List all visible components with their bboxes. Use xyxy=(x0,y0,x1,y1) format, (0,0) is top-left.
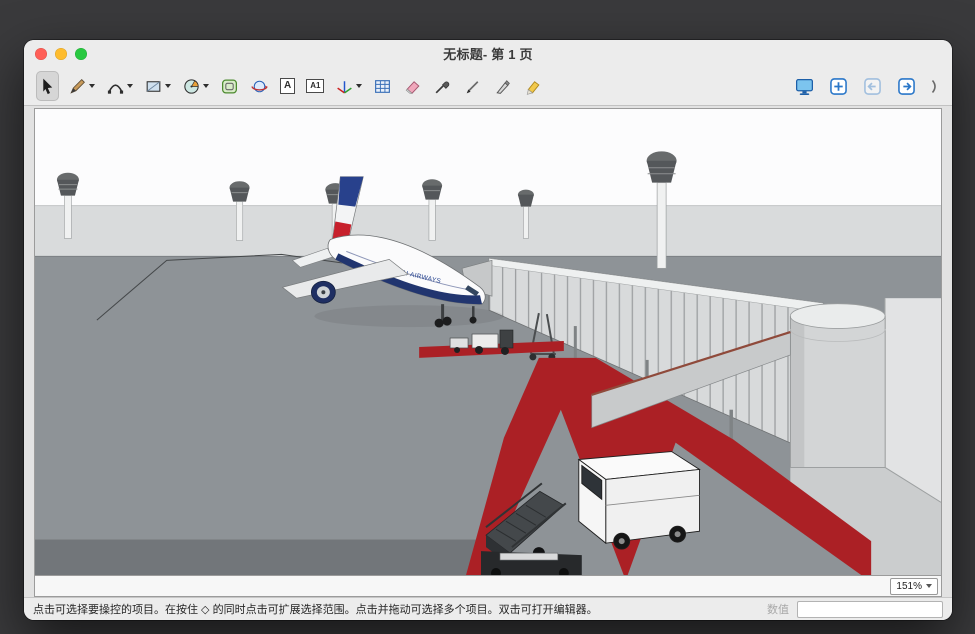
table-tool[interactable] xyxy=(371,71,394,101)
select-tool[interactable] xyxy=(36,71,59,101)
monitor-icon xyxy=(794,76,815,97)
zoom-strip: 151% xyxy=(34,575,942,597)
cursor-arrow-icon xyxy=(38,77,57,96)
add-scene-button[interactable] xyxy=(828,76,849,97)
dropdown-caret xyxy=(89,84,95,88)
textbox-tool-icon: A1 xyxy=(306,79,324,93)
orbit-icon xyxy=(250,77,269,96)
toolbar: A A1 xyxy=(24,67,952,105)
axes-measure-tool[interactable] xyxy=(333,71,364,101)
toolbar-right-group xyxy=(794,76,940,97)
maximize-button[interactable] xyxy=(75,48,87,60)
desktop: { "window": { "title": "无标题- 第 1 页" }, "… xyxy=(0,0,975,634)
dropdown-caret xyxy=(127,84,133,88)
plus-square-icon xyxy=(828,76,849,97)
arc-icon xyxy=(106,77,125,96)
knife-icon xyxy=(493,77,512,96)
rectangle-tool[interactable] xyxy=(142,71,173,101)
measurements-input[interactable] xyxy=(797,601,943,618)
text-tool-icon: A xyxy=(280,78,295,94)
pencil-tool[interactable] xyxy=(66,71,97,101)
rectangle-icon xyxy=(144,77,163,96)
highlighter-icon xyxy=(523,77,542,96)
toolbar-overflow-chevron[interactable] xyxy=(930,76,940,97)
axes-icon xyxy=(335,77,354,96)
pencil-icon xyxy=(68,77,87,96)
knife-tool[interactable] xyxy=(491,71,514,101)
zoom-select[interactable]: 151% xyxy=(890,578,938,595)
status-hint: 点击可选择要操控的项目。在按住 ◇ 的同时点击可扩展选择范围。点击并拖动可选择多… xyxy=(33,601,759,617)
orbit-tool[interactable] xyxy=(248,71,271,101)
zoom-value: 151% xyxy=(896,581,922,592)
offset-tool[interactable] xyxy=(218,71,241,101)
app-window: 无标题- 第 1 页 xyxy=(24,40,952,620)
chevron-right-icon xyxy=(930,76,940,97)
traffic-lights xyxy=(35,40,87,67)
highlighter-tool[interactable] xyxy=(521,71,544,101)
minimize-button[interactable] xyxy=(55,48,67,60)
previous-scene-button[interactable] xyxy=(862,76,883,97)
eyedropper-icon xyxy=(433,77,452,96)
belt-loader[interactable] xyxy=(481,551,582,575)
next-scene-button[interactable] xyxy=(896,76,917,97)
eraser-icon xyxy=(403,77,422,96)
close-button[interactable] xyxy=(35,48,47,60)
draw-pencil-tool[interactable] xyxy=(461,71,484,101)
chevron-down-icon xyxy=(926,584,932,588)
window-title: 无标题- 第 1 页 xyxy=(443,44,532,63)
model-canvas[interactable]: BRITISH AIRWAYS xyxy=(34,108,942,575)
eraser-tool[interactable] xyxy=(401,71,424,101)
service-truck[interactable] xyxy=(579,452,700,550)
dropdown-caret xyxy=(356,84,362,88)
canvas-column: BRITISH AIRWAYS xyxy=(24,105,952,597)
textbox-tool[interactable]: A1 xyxy=(304,71,326,101)
arc-tool[interactable] xyxy=(104,71,135,101)
measurements-label: 数值 xyxy=(767,601,789,617)
titlebar[interactable]: 无标题- 第 1 页 xyxy=(24,40,952,67)
presentation-button[interactable] xyxy=(794,76,815,97)
arrow-right-icon xyxy=(896,76,917,97)
circle-tool[interactable] xyxy=(180,71,211,101)
thin-pencil-icon xyxy=(463,77,482,96)
arrow-left-icon xyxy=(862,76,883,97)
statusbar: 点击可选择要操控的项目。在按住 ◇ 的同时点击可扩展选择范围。点击并拖动可选择多… xyxy=(24,597,952,620)
model-scene[interactable]: BRITISH AIRWAYS xyxy=(35,109,941,575)
dropdown-caret xyxy=(203,84,209,88)
text-tool[interactable]: A xyxy=(278,71,297,101)
offset-icon xyxy=(220,77,239,96)
table-grid-icon xyxy=(373,77,392,96)
circle-icon xyxy=(182,77,201,96)
dropdown-caret xyxy=(165,84,171,88)
eyedropper-tool[interactable] xyxy=(431,71,454,101)
